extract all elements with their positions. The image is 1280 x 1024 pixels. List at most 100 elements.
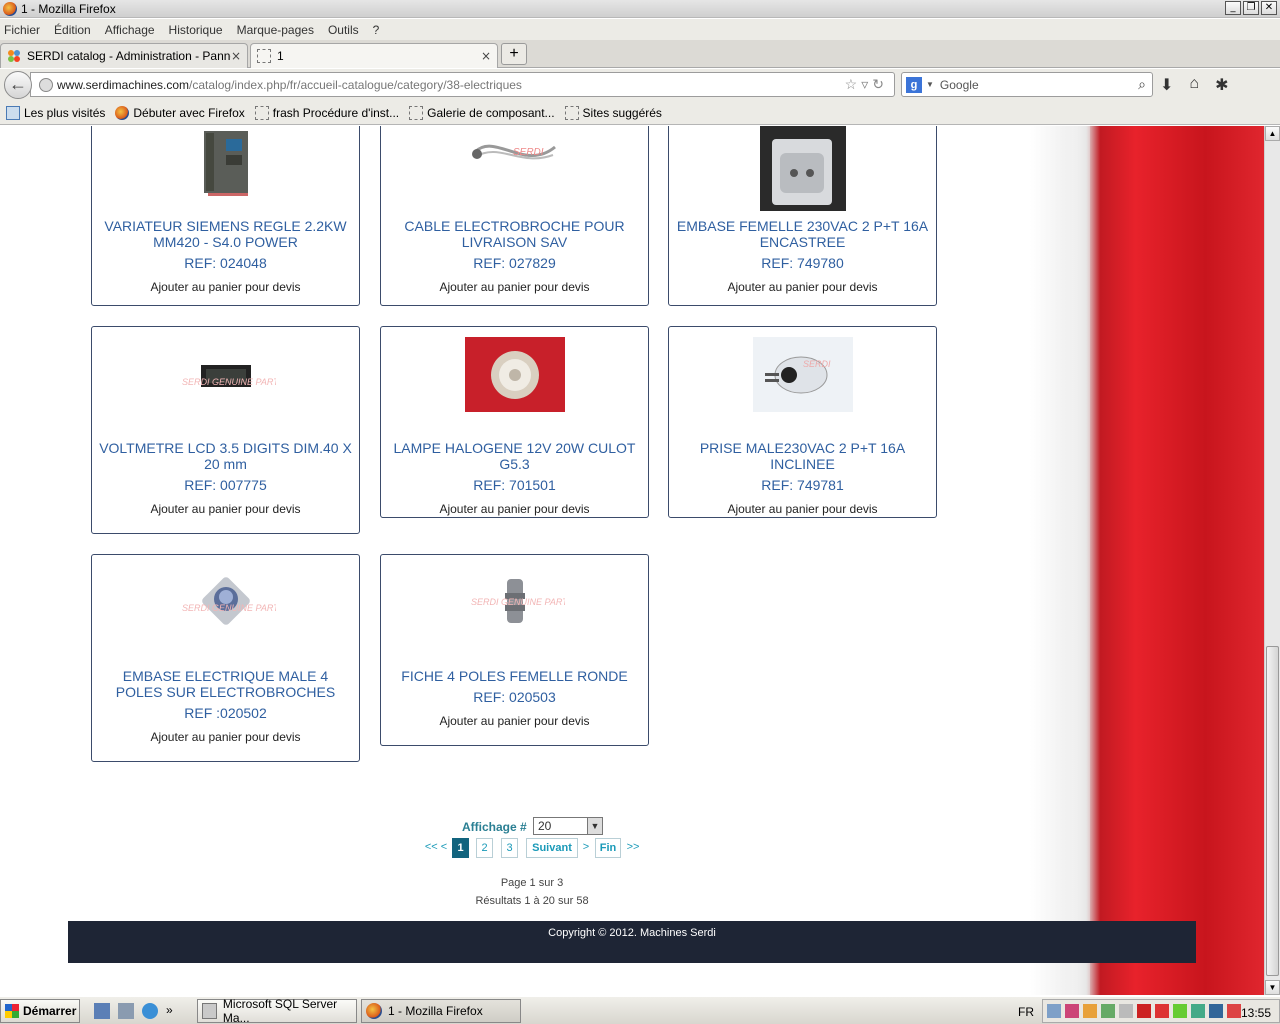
new-tab-button[interactable]: +: [501, 43, 527, 65]
tray-icon[interactable]: [1065, 1004, 1079, 1018]
search-bar[interactable]: g ▼ Google ⌕: [901, 72, 1153, 97]
tab-close-icon[interactable]: ×: [481, 49, 491, 63]
menu-affichage[interactable]: Affichage: [105, 23, 155, 37]
product-image[interactable]: SERDI GENUINE PARTS: [381, 575, 648, 635]
taskbar-item-sql-server[interactable]: Microsoft SQL Server Ma...: [197, 997, 357, 1024]
product-name-link[interactable]: VOLTMETRE LCD 3.5 DIGITS DIM.40 X 20 mm: [92, 440, 359, 472]
tray-icon[interactable]: [1191, 1004, 1205, 1018]
search-input[interactable]: Google: [940, 78, 979, 92]
add-to-cart-link[interactable]: Ajouter au panier pour devis: [669, 280, 936, 294]
home-icon[interactable]: ⌂: [1189, 75, 1199, 95]
product-image[interactable]: SERDI: [381, 127, 648, 177]
product-name-link[interactable]: CABLE ELECTROBROCHE POUR LIVRAISON SAV: [381, 218, 648, 250]
add-to-cart-link[interactable]: Ajouter au panier pour devis: [92, 502, 359, 516]
product-image[interactable]: SERDI: [669, 337, 936, 412]
product-card[interactable]: SERDI GENUINE PARTS EMBASE ELECTRIQUE MA…: [91, 554, 360, 762]
product-card[interactable]: VARIATEUR SIEMENS REGLE 2.2KW MM420 - S4…: [91, 126, 360, 306]
product-name-link[interactable]: EMBASE FEMELLE 230VAC 2 P+T 16A ENCASTRE…: [669, 218, 936, 250]
pager-next[interactable]: Suivant: [526, 838, 578, 858]
scroll-up-icon[interactable]: ▲: [1265, 126, 1280, 141]
tray-icon[interactable]: [1227, 1004, 1241, 1018]
history-dropdown-icon[interactable]: ▿: [861, 76, 872, 92]
product-image[interactable]: [669, 126, 936, 211]
download-icon[interactable]: ⬇: [1160, 75, 1173, 95]
product-image[interactable]: [92, 129, 359, 197]
product-image[interactable]: [381, 337, 648, 412]
product-card[interactable]: LAMPE HALOGENE 12V 20W CULOT G5.3 REF: 7…: [380, 326, 649, 518]
bookmark-sites-suggeres[interactable]: Sites suggérés: [564, 105, 662, 120]
tab-close-icon[interactable]: ×: [231, 49, 241, 63]
add-to-cart-link[interactable]: Ajouter au panier pour devis: [381, 714, 648, 728]
product-image[interactable]: SERDI GENUINE PARTS: [92, 347, 359, 407]
engine-dropdown-icon[interactable]: ▼: [926, 80, 934, 89]
menu-fichier[interactable]: Fichier: [4, 23, 40, 37]
tray-icon[interactable]: [1137, 1004, 1151, 1018]
start-button[interactable]: Démarrer: [0, 999, 80, 1023]
product-name-link[interactable]: FICHE 4 POLES FEMELLE RONDE: [381, 668, 648, 684]
pager-last[interactable]: Fin: [595, 838, 621, 858]
product-image[interactable]: SERDI GENUINE PARTS: [92, 575, 359, 635]
add-to-cart-link[interactable]: Ajouter au panier pour devis: [669, 502, 936, 516]
close-icon[interactable]: ✕: [1261, 1, 1277, 15]
pager-page-2[interactable]: 2: [476, 838, 493, 858]
addon-icon[interactable]: ✱: [1215, 75, 1228, 95]
product-card[interactable]: SERDI GENUINE PARTS VOLTMETRE LCD 3.5 DI…: [91, 326, 360, 534]
scroll-thumb[interactable]: [1266, 646, 1279, 976]
taskbar-item-firefox[interactable]: 1 - Mozilla Firefox: [361, 999, 521, 1023]
minimize-icon[interactable]: _: [1225, 1, 1241, 15]
tray-icon[interactable]: [1173, 1004, 1187, 1018]
product-name-link[interactable]: LAMPE HALOGENE 12V 20W CULOT G5.3: [381, 440, 648, 472]
ie-icon[interactable]: [142, 1003, 158, 1019]
google-icon[interactable]: g: [906, 76, 922, 93]
menu-marque-pages[interactable]: Marque-pages: [237, 23, 314, 37]
product-ref: REF: 020503: [473, 689, 556, 705]
tray-icon[interactable]: [1209, 1004, 1223, 1018]
menu-help[interactable]: ?: [373, 23, 380, 37]
tray-icon[interactable]: [1047, 1004, 1061, 1018]
product-name-link[interactable]: EMBASE ELECTRIQUE MALE 4 POLES SUR ELECT…: [92, 668, 359, 700]
language-indicator[interactable]: FR: [1018, 1005, 1034, 1019]
bookmark-frash[interactable]: frash Procédure d'inst...: [254, 105, 399, 120]
display-count-select[interactable]: 20 ▼: [533, 817, 603, 835]
scroll-down-icon[interactable]: ▼: [1265, 980, 1280, 995]
desktop-icon[interactable]: [94, 1003, 110, 1019]
product-card[interactable]: SERDI PRISE MALE230VAC 2 P+T 16A INCLINE…: [668, 326, 937, 518]
url-bar[interactable]: www.serdimachines.com/catalog/index.php/…: [30, 72, 895, 97]
pager-end[interactable]: >>: [624, 838, 642, 858]
bookmark-galerie[interactable]: Galerie de composant...: [409, 105, 555, 120]
product-card[interactable]: SERDI CABLE ELECTROBROCHE POUR LIVRAISON…: [380, 126, 649, 306]
add-to-cart-link[interactable]: Ajouter au panier pour devis: [381, 502, 648, 516]
pager-page-1[interactable]: 1: [452, 838, 469, 858]
maximize-icon[interactable]: ❐: [1243, 1, 1259, 15]
menu-edition[interactable]: Édition: [54, 23, 91, 37]
network-icon[interactable]: [118, 1003, 134, 1019]
add-to-cart-link[interactable]: Ajouter au panier pour devis: [92, 280, 359, 294]
add-to-cart-link[interactable]: Ajouter au panier pour devis: [381, 280, 648, 294]
display-count-label: Affichage #: [462, 820, 527, 834]
bookmark-getting-started[interactable]: Débuter avec Firefox: [115, 105, 245, 120]
vertical-scrollbar[interactable]: ▲ ▼: [1264, 126, 1280, 995]
tray-icon[interactable]: [1119, 1004, 1133, 1018]
tab-current[interactable]: 1 ×: [250, 43, 498, 68]
menu-historique[interactable]: Historique: [169, 23, 223, 37]
tab-serdi-admin[interactable]: SERDI catalog - Administration - Panneau…: [0, 43, 248, 68]
site-identity-icon[interactable]: [39, 78, 53, 92]
pager-first[interactable]: << <: [423, 838, 449, 858]
pager-page-3[interactable]: 3: [501, 838, 518, 858]
tray-icon[interactable]: [1155, 1004, 1169, 1018]
product-card[interactable]: SERDI GENUINE PARTS FICHE 4 POLES FEMELL…: [380, 554, 649, 746]
product-name-link[interactable]: PRISE MALE230VAC 2 P+T 16A INCLINEE: [669, 440, 936, 472]
product-name-link[interactable]: VARIATEUR SIEMENS REGLE 2.2KW MM420 - S4…: [92, 218, 359, 250]
tray-icon[interactable]: [1083, 1004, 1097, 1018]
search-icon[interactable]: ⌕: [1138, 76, 1146, 93]
chevron-down-icon[interactable]: ▼: [587, 818, 602, 834]
bookmark-most-visited[interactable]: Les plus visités: [6, 105, 105, 120]
add-to-cart-link[interactable]: Ajouter au panier pour devis: [92, 730, 359, 744]
bookmark-star-icon[interactable]: ☆: [845, 76, 862, 92]
menu-outils[interactable]: Outils: [328, 23, 359, 37]
tray-icon[interactable]: [1101, 1004, 1115, 1018]
more-icon[interactable]: »: [166, 1003, 176, 1019]
back-button[interactable]: ←: [4, 71, 32, 99]
reload-icon[interactable]: ↻: [872, 76, 888, 92]
product-card[interactable]: EMBASE FEMELLE 230VAC 2 P+T 16A ENCASTRE…: [668, 126, 937, 306]
